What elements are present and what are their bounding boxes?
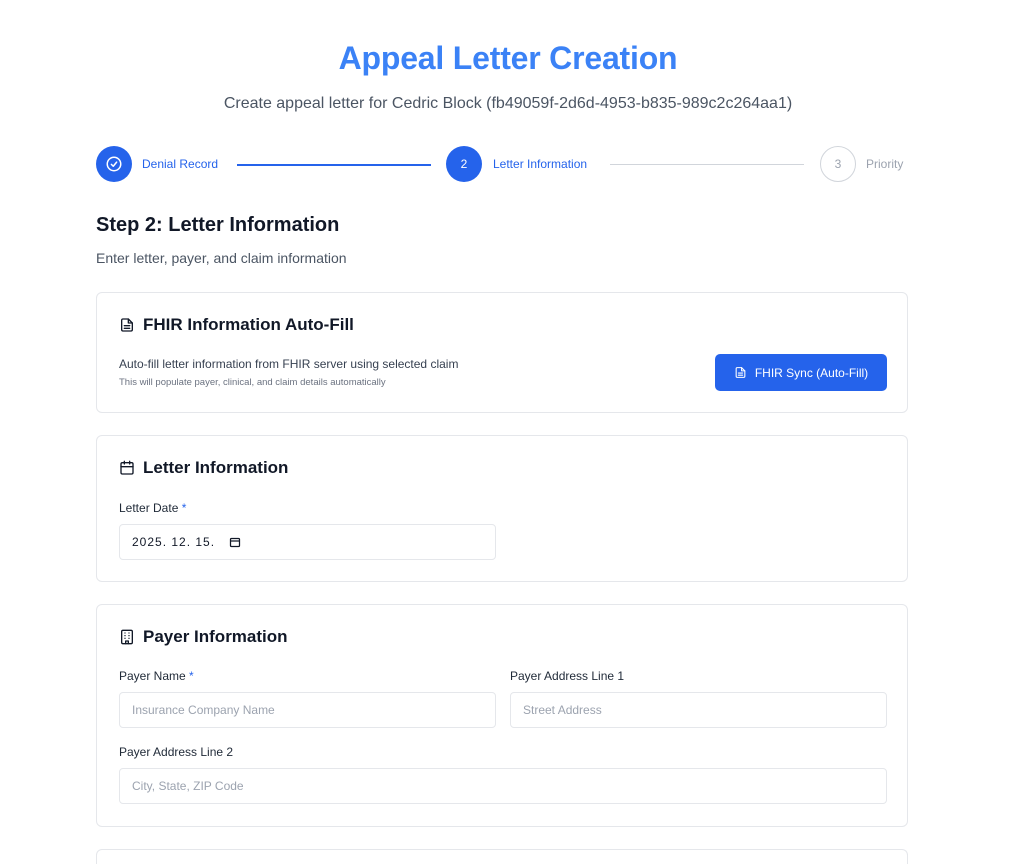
calendar-icon	[119, 460, 135, 476]
step-2-circle[interactable]: 2	[446, 146, 482, 182]
fhir-sync-button[interactable]: FHIR Sync (Auto-Fill)	[715, 354, 887, 391]
calendar-picker-icon[interactable]	[229, 536, 241, 548]
letter-date-label-text: Letter Date	[119, 501, 179, 515]
letter-information-card: Letter Information Letter Date * 2025. 1…	[96, 435, 908, 582]
required-mark: *	[181, 501, 187, 515]
required-mark: *	[189, 669, 194, 683]
page-subtitle: Create appeal letter for Cedric Block (f…	[223, 95, 793, 112]
document-icon	[119, 317, 135, 333]
payer-name-label: Payer Name *	[119, 669, 194, 683]
step-3-label[interactable]: Priority	[866, 157, 903, 171]
payer-address2-input[interactable]: City, State, ZIP Code	[119, 768, 887, 804]
letter-date-value: 2025. 12. 15.	[132, 535, 216, 549]
step-3-circle[interactable]: 3	[820, 146, 856, 182]
payer-address2-label: Payer Address Line 2	[119, 745, 234, 759]
step-connector-1	[237, 164, 431, 166]
payer-address1-label: Payer Address Line 1	[510, 669, 625, 683]
payer-address1-input[interactable]: Street Address	[510, 692, 887, 728]
next-section-card	[96, 849, 908, 864]
document-icon	[734, 366, 747, 379]
fhir-note: This will populate payer, clinical, and …	[119, 377, 386, 388]
step-title: Step 2: Letter Information	[96, 214, 340, 236]
page-title: Appeal Letter Creation	[338, 40, 678, 76]
letter-card-title: Letter Information	[143, 458, 289, 477]
step-2-label[interactable]: Letter Information	[493, 157, 587, 171]
step-1-check-icon[interactable]	[96, 146, 132, 182]
fhir-description: Auto-fill letter information from FHIR s…	[119, 357, 459, 371]
payer-name-input[interactable]: Insurance Company Name	[119, 692, 496, 728]
letter-date-input[interactable]: 2025. 12. 15.	[119, 524, 496, 560]
step-1-label[interactable]: Denial Record	[142, 157, 218, 171]
fhir-autofill-card: FHIR Information Auto-Fill Auto-fill let…	[96, 292, 908, 413]
letter-date-label: Letter Date *	[119, 501, 186, 515]
fhir-card-title: FHIR Information Auto-Fill	[143, 315, 354, 334]
payer-name-label-text: Payer Name	[119, 669, 186, 683]
step-description: Enter letter, payer, and claim informati…	[96, 250, 347, 266]
payer-information-card: Payer Information Payer Name * Insurance…	[96, 604, 908, 827]
fhir-sync-label: FHIR Sync (Auto-Fill)	[754, 365, 869, 380]
stepper: Denial Record 2 Letter Information 3 Pri…	[96, 146, 908, 182]
step-connector-2	[610, 164, 804, 165]
building-icon	[119, 629, 135, 645]
payer-card-title: Payer Information	[143, 627, 288, 646]
